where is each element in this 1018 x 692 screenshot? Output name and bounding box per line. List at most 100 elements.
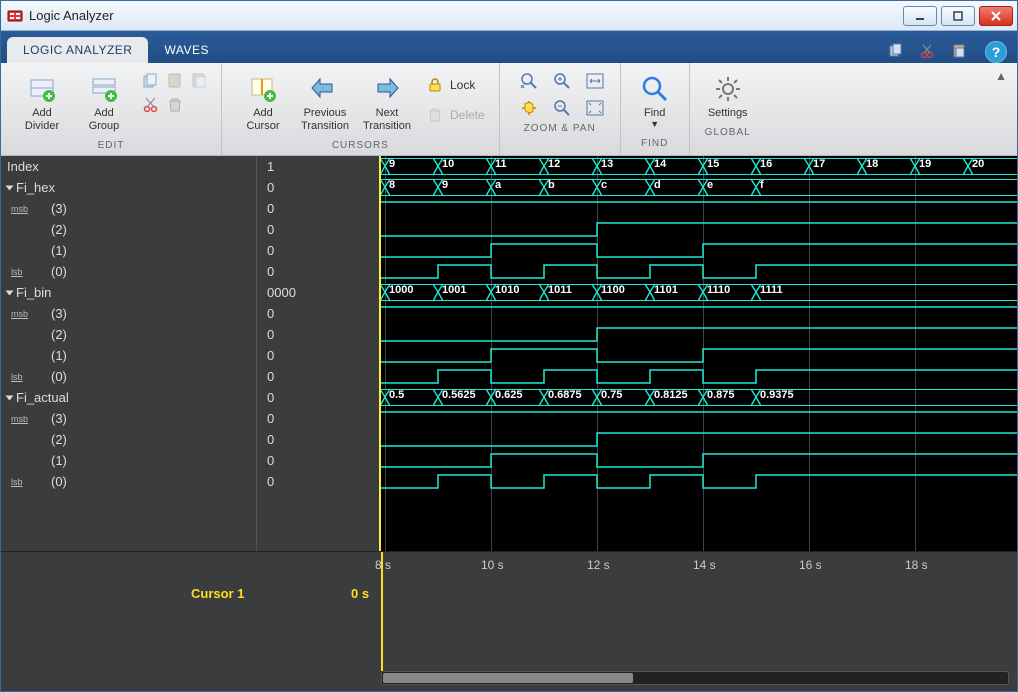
cursor-value: 0 s — [351, 586, 369, 601]
add-group-label: Add Group — [89, 107, 120, 133]
signal-name[interactable]: Fi_bin — [16, 285, 51, 300]
bit-name[interactable]: (1) — [51, 453, 67, 468]
timeline[interactable]: 8 s10 s12 s14 s16 s18 s Cursor 1 0 s — [1, 551, 1017, 691]
fit-all-icon[interactable] — [583, 96, 607, 120]
minimize-button[interactable] — [903, 6, 937, 26]
paste-small-icon[interactable] — [163, 69, 187, 93]
fit-horiz-icon[interactable] — [583, 69, 607, 93]
wave-area: IndexFi_hexmsb(3)(2)(1)lsb(0)Fi_binmsb(3… — [1, 156, 1017, 691]
group-zoom: ZOOM & PAN — [500, 63, 621, 155]
zoom-out-icon[interactable] — [550, 96, 574, 120]
divider-icon — [26, 73, 58, 105]
signal-name[interactable]: Fi_actual — [16, 390, 69, 405]
bit-value: 0 — [267, 264, 274, 279]
add-cursor-button[interactable]: Add Cursor — [232, 69, 294, 137]
time-tick: 10 s — [481, 558, 504, 572]
paste2-small-icon[interactable] — [187, 69, 211, 93]
trash-icon — [426, 106, 444, 124]
window-title: Logic Analyzer — [29, 8, 899, 23]
group-find-label: FIND — [631, 135, 679, 151]
arrow-right-icon — [371, 73, 403, 105]
cursor-icon — [247, 73, 279, 105]
collapse-ribbon-icon[interactable]: ▲ — [989, 67, 1013, 85]
lock-icon — [426, 76, 444, 94]
horizontal-scrollbar[interactable] — [381, 671, 1009, 685]
add-group-button[interactable]: Add Group — [73, 69, 135, 137]
cut-small-icon[interactable] — [139, 93, 163, 117]
zoom-in-icon[interactable] — [550, 69, 574, 93]
prev-transition-label: Previous Transition — [301, 107, 349, 133]
group-cursors-label: CURSORS — [232, 137, 489, 153]
waveform-canvas[interactable]: 9101112131415161718192089abcdef100010011… — [381, 156, 1017, 551]
group-global-label: GLOBAL — [700, 124, 756, 140]
signal-name[interactable]: Index — [7, 159, 39, 174]
signal-value: 1 — [267, 159, 274, 174]
bit-value: 0 — [267, 369, 274, 384]
group-zoom-label: ZOOM & PAN — [510, 120, 610, 136]
delete-button[interactable]: Delete — [422, 103, 489, 127]
bit-name[interactable]: (1) — [51, 243, 67, 258]
bit-value: 0 — [267, 411, 274, 426]
maximize-button[interactable] — [941, 6, 975, 26]
close-button[interactable] — [979, 6, 1013, 26]
bit-name[interactable]: (3) — [51, 306, 67, 321]
add-cursor-label: Add Cursor — [246, 107, 279, 133]
tab-logic-analyzer[interactable]: LOGIC ANALYZER — [7, 37, 148, 63]
bit-name[interactable]: (0) — [51, 474, 67, 489]
pan-icon[interactable] — [517, 96, 541, 120]
group-edit-label: EDIT — [11, 137, 211, 153]
help-button[interactable]: ? — [985, 41, 1007, 63]
time-tick: 18 s — [905, 558, 928, 572]
signal-value: 0 — [267, 180, 274, 195]
bit-value: 0 — [267, 327, 274, 342]
time-tick: 16 s — [799, 558, 822, 572]
group-edit: Add Divider Add Group — [1, 63, 222, 155]
app-icon — [7, 8, 23, 24]
arrow-left-icon — [309, 73, 341, 105]
time-tick: 8 s — [375, 558, 391, 572]
settings-label: Settings — [708, 107, 748, 120]
bit-name[interactable]: (0) — [51, 264, 67, 279]
time-tick: 12 s — [587, 558, 610, 572]
signal-values-column[interactable]: 1000000000000000000 — [257, 156, 381, 551]
paste-icon[interactable] — [947, 39, 971, 63]
cursor-name: Cursor 1 — [191, 586, 244, 601]
bit-name[interactable]: (3) — [51, 201, 67, 216]
bit-name[interactable]: (3) — [51, 411, 67, 426]
next-transition-button[interactable]: Next Transition — [356, 69, 418, 137]
tab-bar: LOGIC ANALYZER WAVES ? — [1, 31, 1017, 63]
cut-icon[interactable] — [915, 39, 939, 63]
bit-name[interactable]: (0) — [51, 369, 67, 384]
group-cursors: Add Cursor Previous Transition Next Tran… — [222, 63, 500, 155]
bit-name[interactable]: (2) — [51, 327, 67, 342]
bit-value: 0 — [267, 453, 274, 468]
chevron-down-icon: ▼ — [650, 118, 659, 131]
trash-small-icon[interactable] — [163, 93, 187, 117]
group-find: Find ▼ FIND — [621, 63, 690, 155]
window-buttons — [899, 6, 1013, 26]
copy-small-icon[interactable] — [139, 69, 163, 93]
bit-name[interactable]: (2) — [51, 432, 67, 447]
signal-name[interactable]: Fi_hex — [16, 180, 55, 195]
bit-name[interactable]: (2) — [51, 222, 67, 237]
add-divider-label: Add Divider — [25, 107, 59, 133]
signal-names-column[interactable]: IndexFi_hexmsb(3)(2)(1)lsb(0)Fi_binmsb(3… — [1, 156, 257, 551]
app-window: Logic Analyzer LOGIC ANALYZER WAVES ? Ad… — [0, 0, 1018, 692]
signal-value: 0000 — [267, 285, 296, 300]
find-button[interactable]: Find ▼ — [631, 69, 679, 135]
find-icon — [639, 73, 671, 105]
bit-value: 0 — [267, 243, 274, 258]
add-divider-button[interactable]: Add Divider — [11, 69, 73, 137]
zoom-cursor-icon[interactable] — [517, 69, 541, 93]
copy-icon[interactable] — [883, 39, 907, 63]
tab-waves[interactable]: WAVES — [148, 37, 225, 63]
scrollbar-thumb[interactable] — [383, 673, 633, 683]
next-transition-label: Next Transition — [363, 107, 411, 133]
group-global: Settings GLOBAL — [690, 63, 766, 155]
bit-name[interactable]: (1) — [51, 348, 67, 363]
group-icon — [88, 73, 120, 105]
bit-value: 0 — [267, 201, 274, 216]
lock-button[interactable]: Lock — [422, 73, 489, 97]
prev-transition-button[interactable]: Previous Transition — [294, 69, 356, 137]
settings-button[interactable]: Settings — [700, 69, 756, 124]
